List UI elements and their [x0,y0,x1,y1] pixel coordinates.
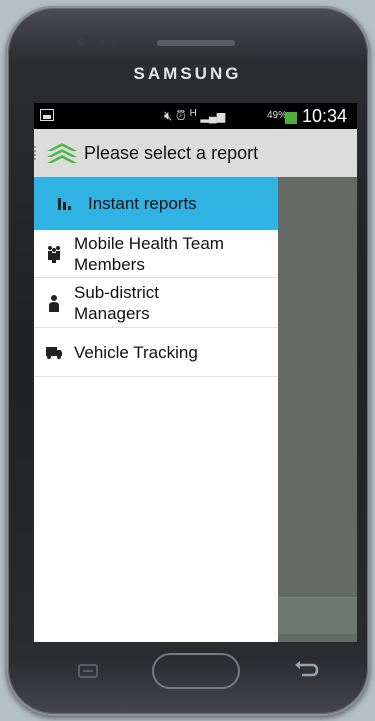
navigation-drawer: Instant reports Mobile Health Team Membe… [34,177,278,642]
status-bar: 🔇︎ ⏰︎ H ▂▄▆ 49% 10:34 [34,103,357,129]
team-icon [34,245,74,263]
drawer-item-instant-reports[interactable]: Instant reports [34,177,278,230]
screen: 🔇︎ ⏰︎ H ▂▄▆ 49% 10:34 Please select a re… [34,103,357,642]
app-logo-icon[interactable] [45,141,79,165]
alarm-icon: ⏰︎ [175,108,186,123]
device-brand: SAMSUNG [133,64,242,83]
drawer-item-label: Sub-district Managers [74,282,160,323]
manager-icon [34,294,74,312]
menu-hardware-button[interactable] [78,664,98,678]
drawer-item-mobile-health-team[interactable]: Mobile Health Team Members [34,230,278,278]
battery-icon [285,112,297,124]
drawer-indicator-icon[interactable] [34,146,39,160]
image-icon [40,109,54,121]
drawer-item-vehicle-tracking[interactable]: Vehicle Tracking [34,328,278,377]
light-sensor [112,39,117,44]
drawer-item-sub-district-managers[interactable]: Sub-district Managers [34,278,278,328]
front-camera [78,37,86,45]
proximity-sensor [100,39,105,44]
drawer-item-label: Mobile Health Team Members [74,233,224,274]
background-content [278,597,357,634]
mute-icon: 🔇︎ [164,108,173,123]
status-time: 10:34 [302,106,348,126]
page-title: Please select a report [84,143,259,163]
drawer-item-label: Vehicle Tracking [74,342,198,362]
earpiece [157,40,235,46]
home-hardware-button[interactable] [152,653,240,689]
action-bar: Please select a report [34,129,357,177]
drawer-scrim[interactable] [278,177,357,642]
back-hardware-button[interactable] [292,659,320,681]
status-icons: 🔇︎ ⏰︎ H ▂▄▆ [164,108,225,124]
bar-chart-icon [34,196,84,212]
battery-percent: 49% [267,110,288,121]
vehicle-icon [34,344,74,360]
drawer-item-label: Instant reports [88,194,197,213]
signal-icon: ▂▄▆ [200,111,226,123]
hsdpa-icon: H [189,108,197,119]
